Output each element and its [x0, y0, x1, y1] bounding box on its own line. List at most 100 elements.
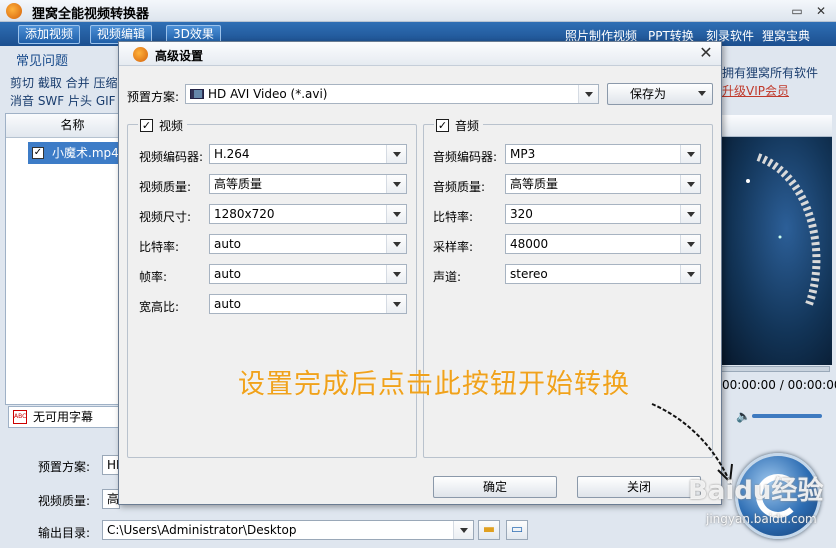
timecode: 00:00:00 / 00:00:00	[722, 378, 836, 392]
open-folder-icon[interactable]: ▬	[478, 520, 500, 540]
audio-bitrate-arrow[interactable]	[680, 205, 700, 223]
aspect-ratio-value: auto	[214, 297, 242, 311]
app-titlebar: 狸窝全能视频转换器 ▭ ✕	[0, 0, 836, 22]
audio-quality-value: 高等质量	[510, 177, 559, 191]
sample-rate-value: 48000	[510, 237, 549, 251]
film-icon	[190, 89, 204, 99]
video-bitrate-select[interactable]: auto	[209, 234, 407, 254]
video-size-label: 视频尺寸:	[139, 210, 192, 224]
save-as-arrow[interactable]	[692, 84, 712, 102]
vip-upgrade-link[interactable]: 升级VIP会员	[722, 82, 789, 99]
video-quality-select[interactable]: 高等质量	[209, 174, 407, 194]
sample-rate-arrow[interactable]	[680, 235, 700, 253]
minimize-icon[interactable]: ▭	[788, 3, 806, 19]
video-size-arrow[interactable]	[386, 205, 406, 223]
framerate-arrow[interactable]	[386, 265, 406, 283]
preset-arrow[interactable]	[578, 85, 598, 103]
dialog-titlebar: 高级设置 ✕	[119, 42, 721, 66]
sample-rate-label: 采样率:	[433, 240, 474, 254]
audio-group-title: 音频	[455, 119, 480, 133]
file-list: 名称 ✓ 小魔术.mp4	[5, 113, 120, 405]
video-bitrate-value: auto	[214, 237, 242, 251]
advanced-settings-dialog: 高级设置 ✕ 预置方案: HD AVI Video (*.avi) 保存为 ✓ 视…	[118, 41, 722, 505]
channels-label: 声道:	[433, 270, 462, 284]
subtitle-label: 无可用字幕	[33, 410, 94, 424]
video-size-value: 1280x720	[214, 207, 275, 221]
video-quality-value: 高等质量	[214, 177, 263, 191]
video-quality-arrow[interactable]	[386, 175, 406, 193]
preview-header	[718, 115, 832, 137]
bottom-preset-label: 预置方案:	[38, 460, 91, 474]
video-encoder-value: H.264	[214, 147, 250, 161]
preset-select[interactable]: HD AVI Video (*.avi)	[185, 84, 599, 104]
dialog-title: 高级设置	[155, 49, 204, 63]
dialog-logo-icon	[133, 47, 148, 62]
video-quality-label: 视频质量:	[139, 180, 192, 194]
framerate-label: 帧率:	[139, 270, 168, 284]
subtitle-icon: ABC	[13, 410, 27, 424]
aspect-ratio-label: 宽高比:	[139, 300, 180, 314]
aspect-ratio-arrow[interactable]	[386, 295, 406, 313]
video-preview	[718, 137, 832, 365]
bottom-quality-label: 视频质量:	[38, 494, 91, 508]
audio-group-head: ✓ 音频	[434, 117, 484, 135]
baidu-watermark-url: jingyan.baidu.com	[706, 512, 817, 526]
video-group-head: ✓ 视频	[138, 117, 188, 135]
audio-encoder-arrow[interactable]	[680, 145, 700, 163]
browse-folder-icon[interactable]: ▭	[506, 520, 528, 540]
app-logo-icon	[6, 3, 22, 19]
output-dir-label: 输出目录:	[38, 526, 91, 540]
save-as-label: 保存为	[630, 87, 667, 101]
audio-bitrate-value: 320	[510, 207, 533, 221]
ok-button[interactable]: 确定	[433, 476, 557, 498]
preset-value: HD AVI Video (*.avi)	[208, 87, 328, 101]
video-encoder-label: 视频编码器:	[139, 150, 204, 164]
list-item[interactable]: ✓ 小魔术.mp4	[28, 142, 120, 164]
output-dir-field[interactable]: C:\Users\Administrator\Desktop	[102, 520, 474, 540]
seek-bar[interactable]	[720, 366, 830, 372]
audio-encoder-select[interactable]: MP3	[505, 144, 701, 164]
framerate-select[interactable]: auto	[209, 264, 407, 284]
preview-art	[746, 153, 821, 309]
video-bitrate-label: 比特率:	[139, 240, 180, 254]
file-list-header[interactable]: 名称	[6, 114, 119, 138]
video-group-title: 视频	[159, 119, 184, 133]
output-dir-arrow[interactable]	[453, 521, 473, 539]
tools-row-2[interactable]: 消音 SWF 片头 GIF	[10, 92, 116, 109]
audio-quality-arrow[interactable]	[680, 175, 700, 193]
audio-bitrate-label: 比特率:	[433, 210, 474, 224]
baidu-watermark: Baidu经验	[688, 476, 824, 506]
sample-rate-select[interactable]: 48000	[505, 234, 701, 254]
channels-select[interactable]: stereo	[505, 264, 701, 284]
faq-link[interactable]: 常见问题	[16, 50, 68, 69]
instruction-annotation: 设置完成后点击此按钮开始转换	[238, 369, 630, 400]
file-checkbox[interactable]: ✓	[32, 147, 44, 159]
video-size-select[interactable]: 1280x720	[209, 204, 407, 224]
video-encoder-select[interactable]: H.264	[209, 144, 407, 164]
channels-arrow[interactable]	[680, 265, 700, 283]
app-title: 狸窝全能视频转换器	[32, 7, 150, 22]
save-as-button[interactable]: 保存为	[607, 83, 713, 105]
video-bitrate-arrow[interactable]	[386, 235, 406, 253]
file-name: 小魔术.mp4	[52, 146, 119, 160]
audio-enable-checkbox[interactable]: ✓	[436, 119, 449, 132]
audio-encoder-label: 音频编码器:	[433, 150, 498, 164]
subtitle-select[interactable]: ABC 无可用字幕	[8, 406, 120, 428]
video-enable-checkbox[interactable]: ✓	[140, 119, 153, 132]
liwo-guide-link[interactable]: 狸窝宝典	[762, 27, 810, 44]
vip-promo-text: 拥有狸窝所有软件	[722, 66, 819, 80]
framerate-value: auto	[214, 267, 242, 281]
add-video-button[interactable]: 添加视频	[18, 25, 81, 44]
audio-quality-select[interactable]: 高等质量	[505, 174, 701, 194]
volume-slider[interactable]	[752, 414, 822, 418]
tools-row-1[interactable]: 剪切 截取 合并 压缩	[10, 74, 117, 91]
close-icon[interactable]: ✕	[812, 3, 830, 19]
audio-encoder-value: MP3	[510, 147, 536, 161]
audio-bitrate-select[interactable]: 320	[505, 204, 701, 224]
video-encoder-arrow[interactable]	[386, 145, 406, 163]
dialog-close-icon[interactable]: ✕	[697, 44, 715, 62]
preset-label: 预置方案:	[127, 90, 180, 104]
channels-value: stereo	[510, 267, 548, 281]
audio-quality-label: 音频质量:	[433, 180, 486, 194]
aspect-ratio-select[interactable]: auto	[209, 294, 407, 314]
